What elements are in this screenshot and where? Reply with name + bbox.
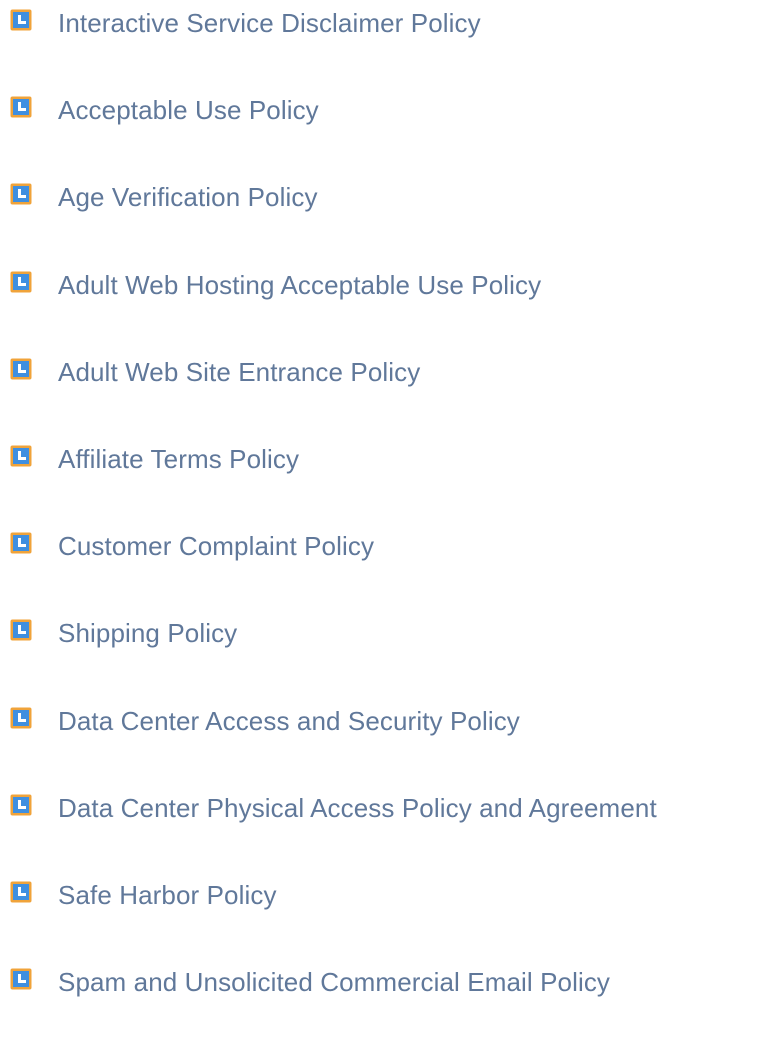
document-page-icon (10, 445, 32, 467)
policy-link-adult-web-hosting-acceptable-use[interactable]: Adult Web Hosting Acceptable Use Policy (58, 268, 541, 302)
document-page-icon (10, 271, 32, 293)
policy-link-adult-web-site-entrance[interactable]: Adult Web Site Entrance Policy (58, 355, 420, 389)
list-item: Adult Web Site Entrance Policy (10, 349, 780, 436)
list-item: Spam and Unsolicited Commercial Email Po… (10, 959, 780, 1046)
list-item: Interactive Service Disclaimer Policy (10, 0, 780, 87)
policy-link-age-verification[interactable]: Age Verification Policy (58, 180, 318, 214)
list-item: Shipping Policy (10, 610, 780, 697)
policy-link-spam-unsolicited-email[interactable]: Spam and Unsolicited Commercial Email Po… (58, 965, 610, 999)
policy-link-safe-harbor[interactable]: Safe Harbor Policy (58, 878, 277, 912)
list-item: Adult Web Hosting Acceptable Use Policy (10, 262, 780, 349)
document-page-icon (10, 707, 32, 729)
policy-list: Interactive Service Disclaimer Policy Ac… (10, 0, 780, 1046)
policy-link-shipping[interactable]: Shipping Policy (58, 616, 237, 650)
policy-link-acceptable-use[interactable]: Acceptable Use Policy (58, 93, 319, 127)
document-page-icon (10, 532, 32, 554)
document-page-icon (10, 9, 32, 31)
list-item: Age Verification Policy (10, 174, 780, 261)
list-item: Acceptable Use Policy (10, 87, 780, 174)
document-page-icon (10, 794, 32, 816)
list-item: Safe Harbor Policy (10, 872, 780, 959)
document-page-icon (10, 358, 32, 380)
policy-link-data-center-physical-access[interactable]: Data Center Physical Access Policy and A… (58, 791, 657, 825)
document-page-icon (10, 968, 32, 990)
document-page-icon (10, 96, 32, 118)
document-page-icon (10, 881, 32, 903)
list-item: Affiliate Terms Policy (10, 436, 780, 523)
list-item: Data Center Physical Access Policy and A… (10, 785, 780, 872)
policy-link-affiliate-terms[interactable]: Affiliate Terms Policy (58, 442, 299, 476)
list-item: Data Center Access and Security Policy (10, 698, 780, 785)
policy-link-customer-complaint[interactable]: Customer Complaint Policy (58, 529, 374, 563)
policy-link-interactive-service-disclaimer[interactable]: Interactive Service Disclaimer Policy (58, 6, 481, 40)
document-page-icon (10, 619, 32, 641)
list-item: Customer Complaint Policy (10, 523, 780, 610)
policy-link-data-center-access-security[interactable]: Data Center Access and Security Policy (58, 704, 520, 738)
document-page-icon (10, 183, 32, 205)
